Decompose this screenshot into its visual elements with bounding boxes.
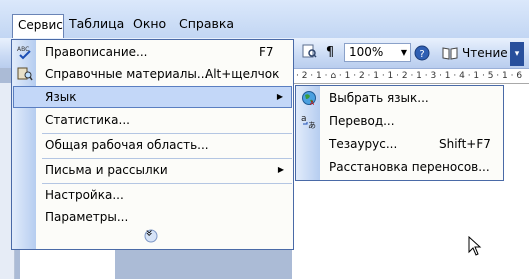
language-submenu: A Выбрать язык... aあ Перевод... Тезаурус…: [295, 85, 504, 181]
submenu-item-hyphenation[interactable]: Расстановка переносов...: [297, 156, 502, 178]
menu-window-label: Окно: [133, 16, 167, 31]
ruler-ticks: · 2 · 1 · ⌂ · 1 · 2 · 1 · 1 · 2 · 1 · 3 …: [296, 71, 523, 81]
zoom-value: 100%: [349, 45, 384, 59]
hyphenation-label: Расстановка переносов...: [329, 160, 490, 174]
menu-table-label: Таблица: [69, 16, 125, 31]
menu-item-options[interactable]: Параметры...: [13, 206, 292, 228]
menu-service[interactable]: Сервис: [12, 14, 64, 40]
reading-label: Чтение: [462, 46, 508, 60]
mouse-cursor-icon: [468, 235, 482, 256]
submenu-item-set-language[interactable]: A Выбрать язык...: [297, 87, 502, 109]
research-book-icon: [17, 66, 33, 82]
svg-text:あ: あ: [308, 121, 316, 129]
svg-text:ABC: ABC: [17, 46, 29, 53]
translate-label: Перевод...: [329, 114, 395, 128]
thesaurus-label: Тезаурус...: [329, 137, 398, 151]
letters-mailings-label: Письма и рассылки: [45, 163, 168, 177]
menubar: Таблица Окно Справка: [0, 0, 529, 38]
spelling-shortcut: F7: [259, 45, 274, 59]
double-chevron-down-icon: »: [142, 229, 157, 237]
menu-service-label: Сервис: [18, 18, 63, 32]
submenu-item-thesaurus[interactable]: Тезаурус... Shift+F7: [297, 133, 502, 155]
help-icon[interactable]: ?: [414, 45, 430, 61]
research-label: Справочные материалы...: [45, 67, 209, 81]
zoom-dropdown-arrow[interactable]: ▼: [398, 44, 410, 61]
menu-item-research[interactable]: Справочные материалы... Alt+щелчок: [13, 63, 292, 85]
research-shortcut: Alt+щелчок: [205, 67, 280, 81]
menu-item-spelling[interactable]: ABC Правописание... F7: [13, 41, 292, 63]
submenu-arrow-icon: ▶: [277, 165, 284, 174]
menu-help[interactable]: Справка: [174, 14, 239, 34]
globe-icon: A: [301, 90, 317, 107]
menu-table[interactable]: Таблица: [64, 14, 129, 34]
menu-item-language[interactable]: Язык ▶: [13, 86, 292, 108]
set-language-label: Выбрать язык...: [329, 91, 429, 105]
service-menu: ABC Правописание... F7 Справочные матери…: [11, 39, 294, 250]
svg-text:?: ?: [419, 49, 424, 60]
statistics-label: Статистика...: [45, 113, 130, 127]
submenu-arrow-icon: ▶: [276, 92, 283, 101]
menu-window[interactable]: Окно: [128, 14, 171, 34]
menu-item-letters-mailings[interactable]: Письма и рассылки ▶: [13, 159, 292, 181]
menu-help-label: Справка: [179, 16, 235, 31]
translate-icon: aあ: [301, 113, 317, 130]
horizontal-ruler[interactable]: · 2 · 1 · ⌂ · 1 · 2 · 1 · 1 · 2 · 1 · 3 …: [292, 71, 529, 84]
document-map-icon[interactable]: [300, 43, 318, 63]
show-formatting-button[interactable]: ¶: [322, 43, 338, 63]
spelling-label: Правописание...: [45, 45, 148, 59]
reading-mode-button[interactable]: Чтение: [440, 43, 508, 63]
options-label: Параметры...: [45, 210, 129, 224]
open-book-icon: [442, 45, 458, 67]
thesaurus-shortcut: Shift+F7: [439, 137, 491, 151]
svg-text:a: a: [301, 114, 307, 124]
menu-item-shared-workspace[interactable]: Общая рабочая область...: [13, 134, 292, 156]
expand-menu-button[interactable]: »: [142, 229, 158, 243]
toolbar-options-chevron[interactable]: ▾: [510, 42, 524, 66]
menu-item-statistics[interactable]: Статистика...: [13, 109, 292, 131]
shared-workspace-label: Общая рабочая область...: [45, 138, 209, 152]
customize-label: Настройка...: [45, 188, 124, 202]
menu-item-customize[interactable]: Настройка...: [13, 184, 292, 206]
pilcrow-icon: ¶: [325, 45, 335, 60]
spelling-abc-icon: ABC: [17, 44, 33, 60]
submenu-item-translate[interactable]: aあ Перевод...: [297, 110, 502, 132]
language-label: Язык: [45, 90, 77, 104]
